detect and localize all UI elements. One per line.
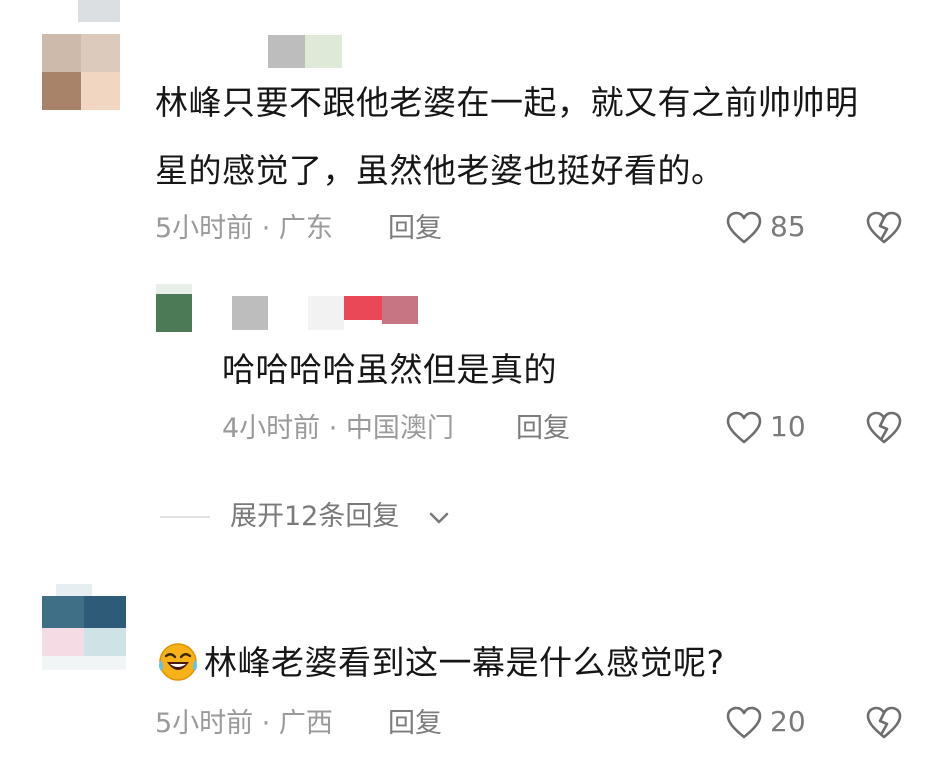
reply-button[interactable]: 回复: [388, 215, 442, 242]
avatar[interactable]: [156, 284, 192, 332]
like-count: 10: [770, 410, 806, 443]
broken-heart-icon[interactable]: [864, 208, 904, 248]
broken-heart-icon[interactable]: [864, 408, 904, 448]
heart-icon[interactable]: [724, 208, 764, 248]
divider: [160, 516, 210, 518]
username[interactable]: [268, 35, 342, 68]
username[interactable]: [232, 296, 418, 330]
like-count: 20: [770, 705, 806, 738]
avatar[interactable]: [42, 584, 126, 670]
laughing-crying-emoji-icon: [156, 640, 200, 684]
heart-icon[interactable]: [724, 408, 764, 448]
comment-text-line: 林峰只要不跟他老婆在一起，就又有之前帅帅明: [155, 83, 859, 122]
comment-text: 林峰老婆看到这一幕是什么感觉呢?: [204, 643, 725, 682]
comment-text-line: 星的感觉了，虽然他老婆也挺好看的。: [155, 151, 725, 190]
chevron-down-icon[interactable]: [426, 505, 452, 531]
reply-text: 哈哈哈哈虽然但是真的: [222, 350, 557, 389]
avatar[interactable]: [42, 34, 120, 110]
expand-replies-label[interactable]: 展开12条回复: [230, 503, 399, 530]
comment-section: 林峰只要不跟他老婆在一起，就又有之前帅帅明 星的感觉了，虽然他老婆也挺好看的。 …: [0, 0, 944, 757]
reply-button[interactable]: 回复: [516, 415, 570, 442]
comment-meta: 5小时前 · 广西: [155, 708, 333, 739]
broken-heart-icon[interactable]: [864, 703, 904, 743]
reply-button[interactable]: 回复: [388, 710, 442, 737]
reply-meta: 4小时前 · 中国澳门: [222, 413, 454, 444]
comment-meta: 5小时前 · 广东: [155, 213, 333, 244]
avatar-frame: [78, 0, 120, 22]
like-count: 85: [770, 210, 806, 243]
heart-icon[interactable]: [724, 703, 764, 743]
